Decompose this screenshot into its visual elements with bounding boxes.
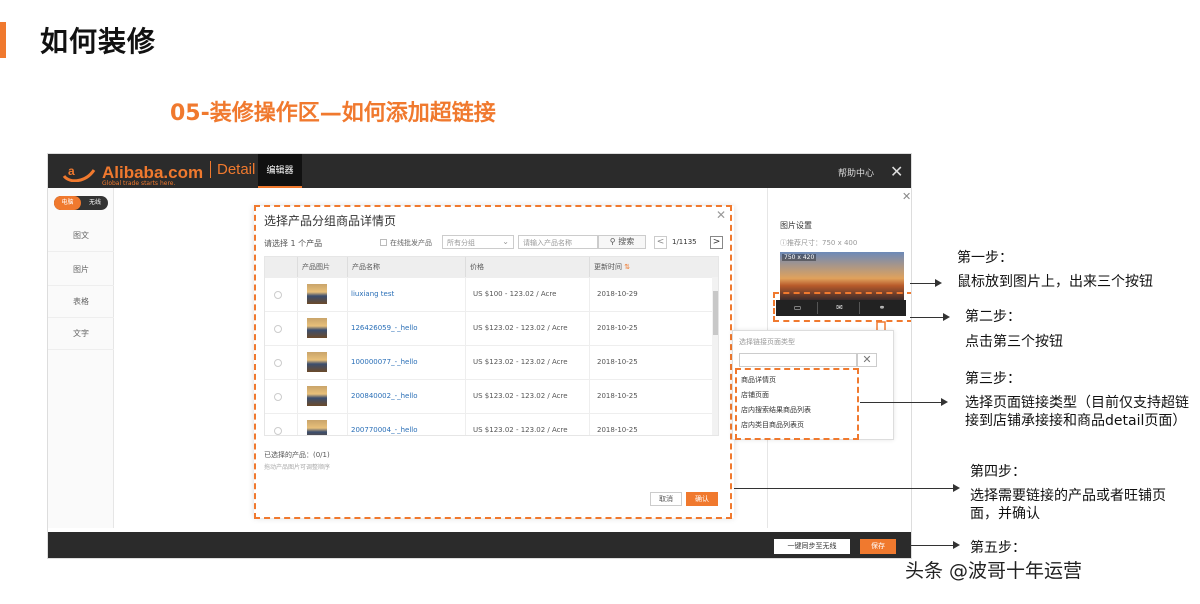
- device-toggle[interactable]: 电脑 无线: [54, 196, 108, 210]
- toggle-wireless[interactable]: 无线: [82, 196, 108, 210]
- image-settings-title: 图片设置: [780, 221, 812, 230]
- nav-item-image-text[interactable]: 图文: [48, 220, 114, 252]
- top-bar: a Alibaba.com Global trade starts here. …: [48, 154, 911, 188]
- arrow-line: [910, 317, 944, 318]
- link-type-title: 选择链接页面类型: [739, 338, 795, 346]
- accent-bar: [0, 22, 6, 58]
- recommended-size: ⓘ推荐尺寸：750 x 400: [780, 239, 858, 247]
- arrow-head: [941, 398, 948, 406]
- detail-label: Detail: [210, 161, 255, 178]
- arrow-line: [910, 283, 936, 284]
- modal-highlight-dashed: [254, 205, 732, 519]
- arrow-line: [910, 545, 954, 546]
- tab-editor[interactable]: 编辑器: [258, 154, 302, 188]
- arrow-line: [860, 402, 942, 403]
- arrow-line: [734, 488, 954, 489]
- nav-item-table[interactable]: 表格: [48, 286, 114, 318]
- sync-to-wireless-button[interactable]: 一键同步至无线: [774, 539, 850, 554]
- left-nav: 电脑 无线 图文 图片 表格 文字: [48, 188, 114, 528]
- step-4-body: 选择需要链接的产品或者旺铺页面，并确认: [970, 488, 1166, 522]
- step-1-title: 第一步：: [957, 250, 1013, 266]
- arrow-head: [953, 484, 960, 492]
- alibaba-logo[interactable]: a Alibaba.com Global trade starts here.: [60, 160, 205, 187]
- bottom-bar: 一键同步至无线 保存: [48, 532, 911, 558]
- alibaba-smile-icon: a: [62, 164, 96, 182]
- nav-item-image[interactable]: 图片: [48, 254, 114, 286]
- watermark: 头条 @波哥十年运营: [905, 560, 1083, 582]
- link-type-input[interactable]: [739, 353, 857, 367]
- toggle-desktop[interactable]: 电脑: [54, 196, 81, 210]
- step-3-body: 选择页面链接类型（目前仅支持超链接到店铺承接接和商品detail页面）: [965, 395, 1189, 429]
- close-icon[interactable]: ✕: [890, 162, 903, 181]
- clear-icon[interactable]: ✕: [857, 353, 877, 367]
- save-button[interactable]: 保存: [860, 539, 896, 554]
- slide-subtitle: 05-装修操作区—如何添加超链接: [170, 101, 496, 126]
- nav-item-text[interactable]: 文字: [48, 318, 114, 350]
- arrow-head: [943, 313, 950, 321]
- help-center-link[interactable]: 帮助中心: [838, 166, 874, 179]
- link-list-highlight-dashed: [735, 368, 859, 440]
- arrow-head: [935, 279, 942, 287]
- step-5-title: 第五步：: [970, 540, 1026, 556]
- step-1-body: 鼠标放到图片上，出来三个按钮: [957, 274, 1153, 290]
- panel-close-icon[interactable]: ✕: [902, 190, 911, 203]
- step-2-body: 点击第三个按钮: [965, 334, 1063, 350]
- step-4-title: 第四步：: [970, 464, 1026, 480]
- arrow-head: [953, 541, 960, 549]
- svg-text:a: a: [68, 164, 75, 178]
- logo-tagline: Global trade starts here.: [102, 180, 176, 187]
- slide-title: 如何装修: [40, 25, 157, 58]
- step-3-title: 第三步：: [965, 371, 1021, 387]
- step-2-title: 第二步：: [965, 309, 1021, 325]
- action-bar-highlight-dashed: [773, 292, 911, 322]
- image-size-label: 750 x 420: [782, 254, 817, 261]
